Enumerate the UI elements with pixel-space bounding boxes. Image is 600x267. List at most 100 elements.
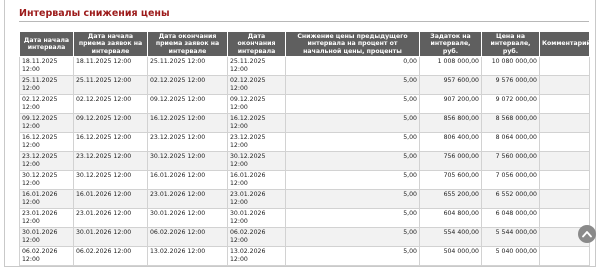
cell-price-reduction: 5,00	[285, 113, 420, 134]
cell-deposit: 756 000,00	[419, 151, 482, 172]
cell-interval-start: 30.12.2025 12:00	[19, 170, 74, 191]
cell-bids-start: 30.01.2026 12:00	[73, 227, 148, 248]
cell-bids-end: 16.01.2026 12:00	[147, 170, 228, 191]
cell-price-reduction: 5,00	[285, 170, 420, 191]
cell-price: 7 560 000,00	[481, 151, 540, 172]
cell-deposit: 504 000,00	[419, 246, 482, 267]
table-row: 25.11.2025 12:00 25.11.2025 12:00 02.12.20…	[19, 75, 590, 96]
table-row: 16.12.2025 12:00 16.12.2025 12:00 23.12.20…	[19, 132, 590, 153]
column-header-deposit: Задаток на интервале, руб.	[419, 30, 482, 58]
cell-price-reduction: 5,00	[285, 189, 420, 210]
cell-interval-start: 02.12.2025 12:00	[19, 94, 74, 115]
cell-interval-end: 25.11.2025 12:00	[227, 56, 286, 77]
cell-interval-end: 13.02.2026 12:00	[227, 246, 286, 267]
cell-interval-end: 06.02.2026 12:00	[227, 227, 286, 248]
cell-comment	[539, 113, 590, 134]
table-row: 06.02.2026 12:00 06.02.2026 12:00 13.02.20…	[19, 246, 590, 267]
cell-interval-start: 30.01.2026 12:00	[19, 227, 74, 248]
cell-deposit: 957 600,00	[419, 75, 482, 96]
cell-deposit: 604 800,00	[419, 208, 482, 229]
table-row: 18.11.2025 12:00 18.11.2025 12:00 25.11.20…	[19, 56, 590, 77]
cell-bids-start: 30.12.2025 12:00	[73, 170, 148, 191]
cell-price-reduction: 5,00	[285, 227, 420, 248]
table-row: 02.12.2025 12:00 02.12.2025 12:00 09.12.20…	[19, 94, 590, 115]
cell-bids-end: 16.12.2025 12:00	[147, 113, 228, 134]
cell-bids-end: 06.02.2026 12:00	[147, 227, 228, 248]
cell-bids-end: 23.01.2026 12:00	[147, 189, 228, 210]
cell-bids-start: 25.11.2025 12:00	[73, 75, 148, 96]
cell-deposit: 655 200,00	[419, 189, 482, 210]
cell-deposit: 1 008 000,00	[419, 56, 482, 77]
cell-bids-start: 02.12.2025 12:00	[73, 94, 148, 115]
cell-price-reduction: 5,00	[285, 75, 420, 96]
cell-price: 7 056 000,00	[481, 170, 540, 191]
cell-bids-end: 02.12.2025 12:00	[147, 75, 228, 96]
cell-price: 6 552 000,00	[481, 189, 540, 210]
chevron-up-icon	[582, 231, 592, 238]
section-title: Интервалы снижения цены	[19, 8, 170, 19]
cell-interval-end: 23.01.2026 12:00	[227, 189, 286, 210]
cell-bids-start: 18.11.2025 12:00	[73, 56, 148, 77]
cell-price-reduction: 5,00	[285, 151, 420, 172]
column-header-interval-start: Дата начала интервала	[19, 30, 74, 58]
cell-price: 8 568 000,00	[481, 113, 540, 134]
cell-interval-start: 23.01.2026 12:00	[19, 208, 74, 229]
column-header-bids-end: Дата окончания приема заявок на интервал…	[147, 30, 228, 58]
cell-bids-end: 30.12.2025 12:00	[147, 151, 228, 172]
cell-price: 9 072 000,00	[481, 94, 540, 115]
table-header-row: Дата начала интервала Дата начала приема…	[19, 30, 590, 58]
table-row: 09.12.2025 12:00 09.12.2025 12:00 16.12.20…	[19, 113, 590, 134]
cell-interval-end: 16.12.2025 12:00	[227, 113, 286, 134]
cell-bids-end: 13.02.2026 12:00	[147, 246, 228, 267]
column-header-price: Цена на интервале, руб.	[481, 30, 540, 58]
cell-price: 6 048 000,00	[481, 208, 540, 229]
cell-bids-start: 16.12.2025 12:00	[73, 132, 148, 153]
cell-interval-end: 02.12.2025 12:00	[227, 75, 286, 96]
cell-bids-start: 06.02.2026 12:00	[73, 246, 148, 267]
cell-comment	[539, 246, 590, 267]
cell-comment	[539, 56, 590, 77]
cell-bids-start: 23.01.2026 12:00	[73, 208, 148, 229]
cell-deposit: 907 200,00	[419, 94, 482, 115]
cell-bids-start: 23.12.2025 12:00	[73, 151, 148, 172]
cell-deposit: 806 400,00	[419, 132, 482, 153]
cell-interval-end: 16.01.2026 12:00	[227, 170, 286, 191]
table-body: 18.11.2025 12:00 18.11.2025 12:00 25.11.20…	[19, 56, 590, 267]
cell-interval-start: 16.12.2025 12:00	[19, 132, 74, 153]
cell-price: 8 064 000,00	[481, 132, 540, 153]
cell-comment	[539, 189, 590, 210]
cell-price-reduction: 5,00	[285, 208, 420, 229]
scroll-to-top-button[interactable]	[578, 225, 596, 243]
column-header-bids-start: Дата начала приема заявок на интервале	[73, 30, 148, 58]
cell-comment	[539, 151, 590, 172]
cell-interval-start: 06.02.2026 12:00	[19, 246, 74, 267]
cell-interval-start: 25.11.2025 12:00	[19, 75, 74, 96]
table-row: 16.01.2026 12:00 16.01.2026 12:00 23.01.20…	[19, 189, 590, 210]
cell-bids-end: 25.11.2025 12:00	[147, 56, 228, 77]
title-divider	[19, 21, 589, 22]
cell-price-reduction: 5,00	[285, 132, 420, 153]
cell-deposit: 554 400,00	[419, 227, 482, 248]
cell-comment	[539, 94, 590, 115]
cell-price: 9 576 000,00	[481, 75, 540, 96]
cell-comment	[539, 132, 590, 153]
cell-interval-start: 09.12.2025 12:00	[19, 113, 74, 134]
column-header-price-reduction: Снижение цены предыдущего интервала на п…	[285, 30, 420, 58]
cell-bids-end: 09.12.2025 12:00	[147, 94, 228, 115]
cell-bids-end: 30.01.2026 12:00	[147, 208, 228, 229]
cell-interval-end: 09.12.2025 12:00	[227, 94, 286, 115]
cell-interval-start: 16.01.2026 12:00	[19, 189, 74, 210]
table-row: 23.01.2026 12:00 23.01.2026 12:00 30.01.20…	[19, 208, 590, 229]
cell-deposit: 856 800,00	[419, 113, 482, 134]
cell-bids-end: 23.12.2025 12:00	[147, 132, 228, 153]
cell-interval-end: 30.01.2026 12:00	[227, 208, 286, 229]
cell-interval-start: 18.11.2025 12:00	[19, 56, 74, 77]
column-header-interval-end: Дата окончания интервала	[227, 30, 286, 58]
cell-interval-end: 30.12.2025 12:00	[227, 151, 286, 172]
cell-price-reduction: 5,00	[285, 246, 420, 267]
cell-bids-start: 09.12.2025 12:00	[73, 113, 148, 134]
cell-interval-end: 23.12.2025 12:00	[227, 132, 286, 153]
cell-price: 10 080 000,00	[481, 56, 540, 77]
cell-price: 5 040 000,00	[481, 246, 540, 267]
cell-interval-start: 23.12.2025 12:00	[19, 151, 74, 172]
